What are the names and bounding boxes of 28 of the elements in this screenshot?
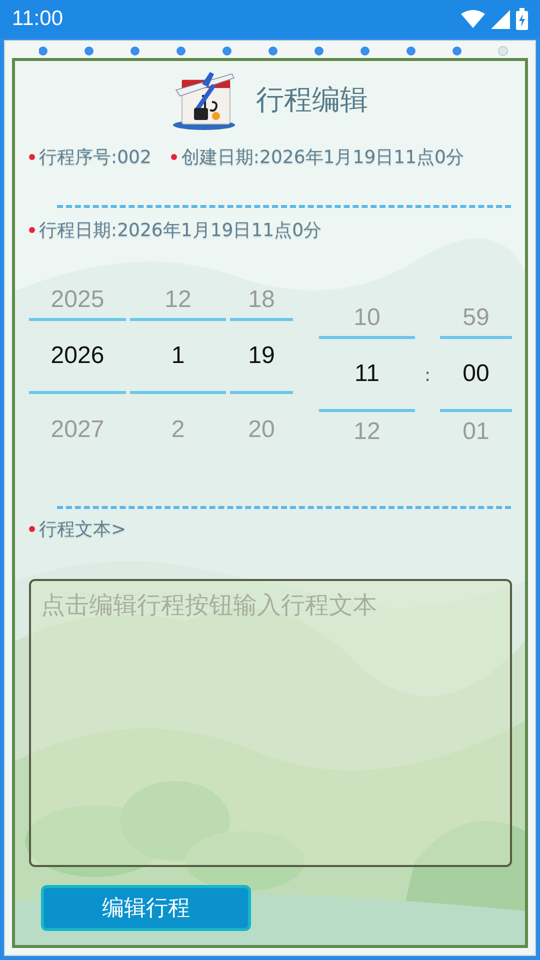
picker-value[interactable]: 2 — [171, 412, 185, 448]
page-title: 行程编辑 — [256, 82, 368, 118]
picker-selected-value[interactable]: 1 — [130, 318, 226, 394]
picker-selected-value[interactable]: 2026 — [29, 318, 126, 394]
picker-selected-value[interactable]: 11 — [319, 336, 415, 412]
trip-text-field[interactable]: 点击编辑行程按钮输入行程文本 — [29, 579, 512, 867]
time-separator: : — [423, 365, 432, 386]
trip-date-label: 行程日期:2026年1月19日11点0分 — [39, 219, 322, 242]
info-label: 创建日期:2026年1月19日11点0分 — [181, 146, 464, 169]
picker-value[interactable]: 20 — [248, 412, 275, 448]
signal-icon — [491, 10, 510, 28]
picker-selected-value[interactable]: 19 — [230, 318, 293, 394]
picker-value[interactable]: 2025 — [50, 282, 104, 318]
info-label: 行程序号:002 — [39, 146, 152, 169]
picker-value[interactable]: 18 — [248, 282, 275, 318]
status-time: 11:00 — [12, 7, 63, 31]
picker-selected-value[interactable]: 00 — [440, 336, 512, 412]
picker-value[interactable]: 10 — [354, 300, 380, 336]
picker-value[interactable]: 12 — [164, 282, 192, 318]
section-label: 行程文本> — [39, 518, 126, 541]
wifi-icon — [461, 10, 485, 28]
calendar-airplane-icon — [172, 70, 236, 130]
picker-value[interactable]: 2027 — [50, 412, 104, 448]
picker-value[interactable]: 59 — [462, 300, 490, 336]
edit-button[interactable]: 编辑行程 — [41, 885, 251, 931]
battery-charging-icon — [516, 8, 528, 30]
picker-value[interactable]: 01 — [462, 414, 490, 450]
picker-value[interactable]: 12 — [354, 414, 380, 450]
